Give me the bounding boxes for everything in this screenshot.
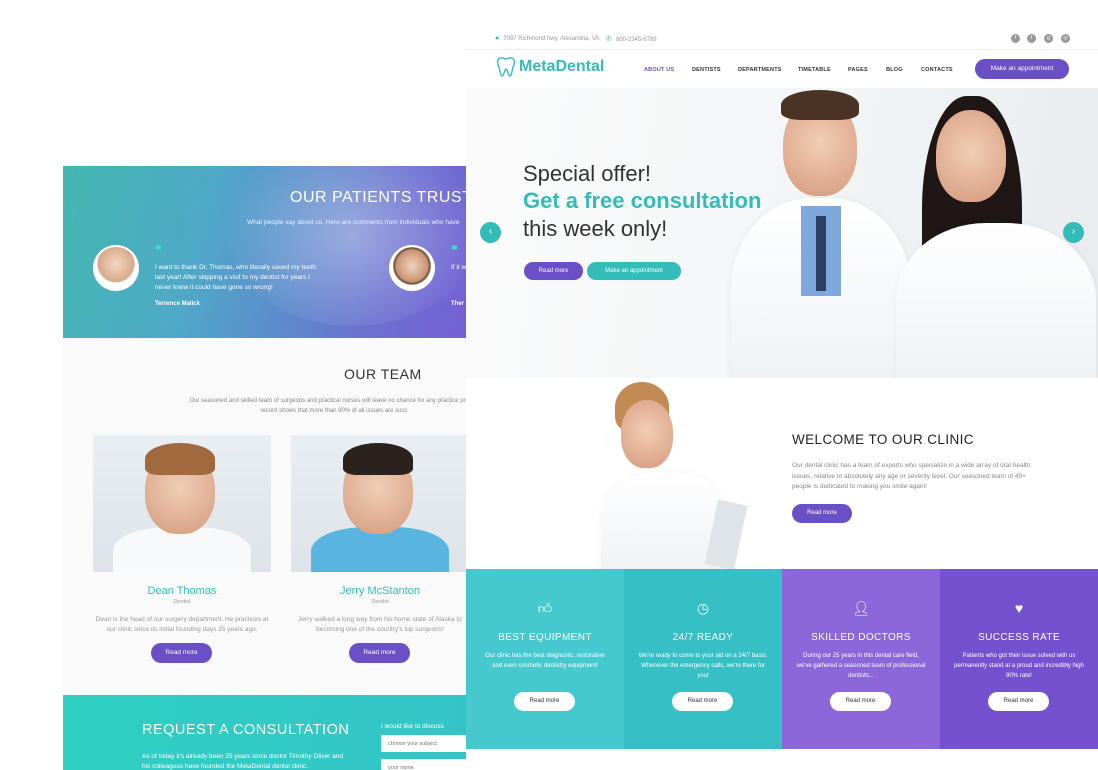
heart-icon: ♥ — [1014, 600, 1024, 616]
feature-read-more-button[interactable]: Read more — [988, 692, 1049, 711]
back-page-preview: OUR PATIENTS TRUST US What people say ab… — [63, 166, 466, 770]
address-info: ● 7087 Richmond hwy, Alexandria, VA — [495, 35, 599, 42]
phone-info[interactable]: ✆ 800-2345-6789 — [606, 35, 657, 43]
testimonial-quote: I want to thank Dr. Thomas, who literall… — [155, 264, 317, 291]
consultation-form-label: I would like to discuss — [381, 723, 444, 730]
testimonials-title: OUR PATIENTS TRUST US — [290, 189, 466, 206]
testimonials-subtitle: What people say about us. Here are comme… — [247, 219, 460, 226]
doctor-face — [621, 400, 673, 468]
consultation-title: REQUEST A CONSULTATION — [142, 722, 350, 738]
feature-read-more-button[interactable]: Read more — [514, 692, 575, 711]
nav-timetable[interactable]: TIMETABLE — [798, 67, 831, 73]
hero-headline-line3: this week only! — [523, 216, 668, 241]
phone-text: 800-2345-6789 — [615, 37, 657, 43]
make-appointment-button[interactable]: Make an appointment — [975, 59, 1069, 79]
address-text: 7087 Richmond hwy, Alexandria, VA — [503, 36, 600, 42]
feature-title: SKILLED DOCTORS — [811, 632, 911, 643]
nav-about-us[interactable]: ABOUT US — [644, 67, 674, 73]
doctor-hair — [781, 90, 859, 120]
instagram-icon[interactable]: ◎ — [1061, 34, 1070, 43]
member-read-more-button[interactable]: Read more — [151, 643, 212, 663]
member-hair — [343, 443, 413, 475]
member-photo — [93, 435, 271, 572]
name-field[interactable] — [381, 759, 466, 770]
team-subtitle: Our seasoned and skilled team of surgeon… — [189, 398, 466, 414]
member-name[interactable]: Jerry McStanton — [291, 585, 466, 597]
slider-prev-button[interactable]: ‹ — [480, 222, 501, 243]
member-hair — [145, 443, 215, 475]
map-pin-icon: ● — [495, 35, 500, 42]
team-title: OUR TEAM — [344, 366, 422, 382]
google-plus-icon[interactable]: g — [1044, 34, 1053, 43]
hero-appointment-button[interactable]: Make an appointment — [587, 262, 681, 280]
testimonial-author: Ther — [451, 301, 465, 307]
feature-success-rate: ♥ SUCCESS RATE Patients who got their is… — [940, 569, 1098, 749]
twitter-icon[interactable]: t — [1027, 34, 1036, 43]
welcome-read-more-button[interactable]: Read more — [792, 504, 852, 523]
testimonial-avatar — [389, 245, 435, 291]
member-name[interactable]: Dean Thomas — [93, 585, 271, 597]
welcome-doctor-image — [591, 382, 761, 569]
feature-best-equipment: 👍︎ BEST EQUIPMENT Our clinic has the bes… — [466, 569, 624, 749]
doctor-face — [936, 110, 1006, 202]
member-read-more-button[interactable]: Read more — [349, 643, 410, 663]
welcome-title: WELCOME TO OUR CLINIC — [792, 432, 974, 447]
testimonial-author: Terrence Malick — [155, 301, 200, 307]
doctor-coat — [896, 223, 1096, 378]
clock-icon: ◷ — [696, 600, 710, 616]
feature-title: SUCCESS RATE — [978, 632, 1060, 643]
feature-text: Patients who got their issue solved with… — [954, 653, 1084, 679]
phone-icon: ✆ — [606, 36, 612, 43]
quote-icon: ❝ — [155, 243, 162, 257]
subject-select[interactable] — [381, 735, 466, 752]
top-bar: ● 7087 Richmond hwy, Alexandria, VA ✆ 800-… — [466, 28, 1098, 50]
feature-text: Our clinic has the best diagnostic, rest… — [485, 653, 605, 669]
consultation-text: As of today it's already been 25 years s… — [142, 753, 344, 770]
testimonial-quote: If it w ... I don't kn — [451, 264, 466, 271]
feature-read-more-button[interactable]: Read more — [830, 692, 891, 711]
member-photo — [291, 435, 466, 572]
site-header: MetaDental ABOUT US DENTISTS DEPARTMENTS… — [466, 50, 1098, 88]
feature-skilled-doctors: 👤︎ SKILLED DOCTORS During our 25 years i… — [782, 569, 940, 749]
feature-read-more-button[interactable]: Read more — [672, 692, 733, 711]
welcome-text: Our dental clinic has a team of experts … — [792, 462, 1031, 490]
nav-departments[interactable]: DEPARTMENTS — [738, 67, 782, 73]
feature-title: 24/7 READY — [672, 632, 734, 643]
hero-slider: ‹ › Special offer! Get a free consultati… — [466, 88, 1098, 378]
front-page-preview: ● 7087 Richmond hwy, Alexandria, VA ✆ 800-… — [466, 28, 1098, 770]
quote-icon: ❝ — [451, 243, 458, 257]
hero-headline-line1: Special offer! — [523, 161, 652, 186]
doctor-tie — [816, 216, 826, 291]
member-bio: Jerry walked a long way from his home st… — [298, 616, 462, 633]
logo-text[interactable]: MetaDental — [519, 58, 604, 76]
feature-24-7-ready: ◷ 24/7 READY We're ready to come to your… — [624, 569, 782, 749]
consultation-section: REQUEST A CONSULTATION As of today it's … — [63, 695, 466, 770]
facebook-icon[interactable]: f — [1011, 34, 1020, 43]
feature-text: We're ready to come to your aid on a 24/… — [638, 653, 768, 679]
nav-dentists[interactable]: DENTISTS — [692, 67, 721, 73]
welcome-section: WELCOME TO OUR CLINIC Our dental clinic … — [466, 378, 1098, 569]
hero-headline-line2: Get a free consultation — [523, 188, 762, 213]
feature-text: During our 25 years in this dental care … — [796, 653, 926, 679]
nav-blog[interactable]: BLOG — [886, 67, 903, 73]
hero-read-more-button[interactable]: Read more — [524, 262, 583, 280]
member-bio: Dean is the head of our surgery departme… — [95, 616, 269, 633]
member-role: Dentist — [371, 599, 389, 605]
nav-pages[interactable]: PAGES — [848, 67, 868, 73]
member-role: Dentist — [173, 599, 191, 605]
testimonials-section: OUR PATIENTS TRUST US What people say ab… — [63, 166, 466, 338]
features-section: 👍︎ BEST EQUIPMENT Our clinic has the bes… — [466, 569, 1098, 749]
doctor-icon: 👤︎ — [852, 600, 870, 616]
feature-title: BEST EQUIPMENT — [498, 632, 592, 643]
slider-next-button[interactable]: › — [1063, 222, 1084, 243]
thumbs-up-icon: 👍︎ — [537, 600, 553, 616]
nav-contacts[interactable]: CONTACTS — [921, 67, 953, 73]
tooth-logo-icon[interactable] — [497, 56, 515, 77]
testimonial-avatar — [93, 245, 139, 291]
